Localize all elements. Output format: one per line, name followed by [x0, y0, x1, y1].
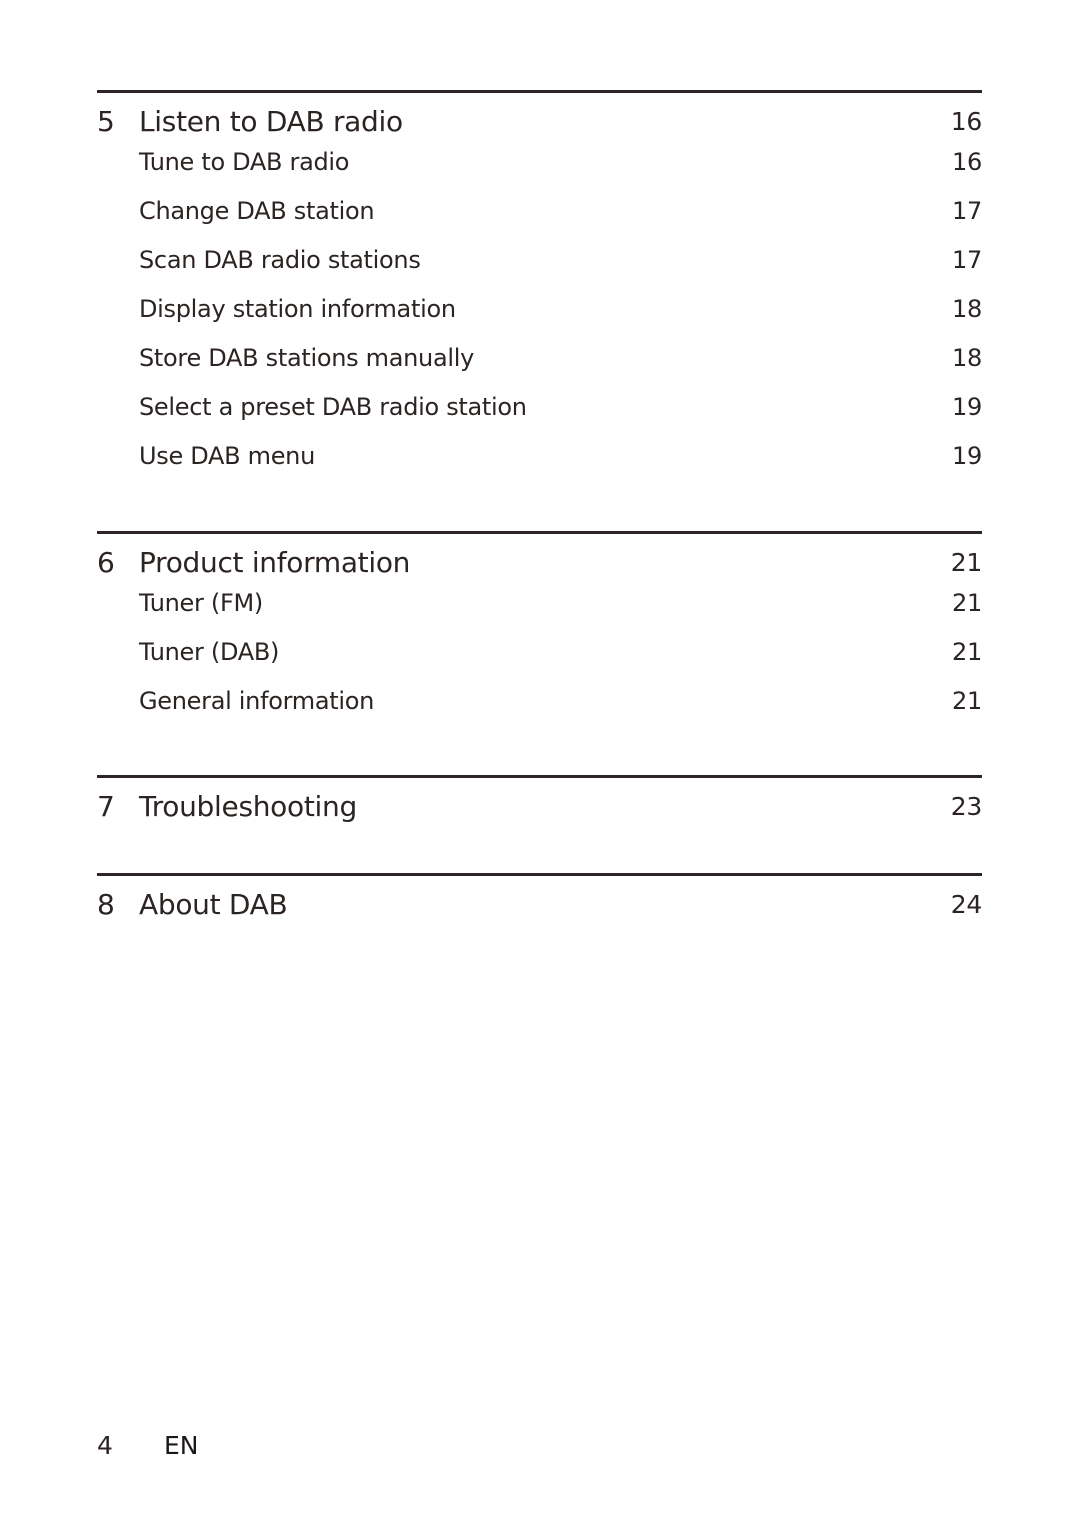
entry-page: 17 [952, 197, 982, 225]
toc-heading-row[interactable]: 8 About DAB 24 [97, 876, 982, 924]
chapter-title[interactable]: Product information [139, 546, 410, 580]
chapter-number: 5 [97, 105, 115, 138]
toc-entry[interactable]: General information 21 [97, 680, 982, 729]
toc-heading-row[interactable]: 7 Troubleshooting 23 [97, 778, 982, 826]
entry-title[interactable]: Scan DAB radio stations [139, 245, 421, 275]
entry-page: 18 [952, 344, 982, 372]
entry-title[interactable]: Tune to DAB radio [139, 147, 349, 177]
chapter-title[interactable]: Troubleshooting [139, 790, 357, 824]
toc-section-5: 5 Listen to DAB radio 16 Tune to DAB rad… [97, 90, 982, 484]
toc-entry[interactable]: Use DAB menu 19 [97, 435, 982, 484]
entry-title[interactable]: Select a preset DAB radio station [139, 392, 527, 422]
chapter-number: 7 [97, 790, 115, 823]
entry-page: 16 [952, 148, 982, 176]
toc-entry[interactable]: Display station information 18 [97, 288, 982, 337]
toc-section-6: 6 Product information 21 Tuner (FM) 21 T… [97, 531, 982, 729]
entry-page: 19 [952, 442, 982, 470]
footer-language: EN [164, 1431, 199, 1460]
entry-title[interactable]: Tuner (DAB) [139, 637, 279, 667]
footer-page-number: 4 [97, 1431, 113, 1460]
toc-entry[interactable]: Change DAB station 17 [97, 190, 982, 239]
entry-title[interactable]: Tuner (FM) [139, 588, 263, 618]
chapter-number: 8 [97, 888, 115, 921]
chapter-page: 23 [950, 792, 983, 821]
entry-page: 18 [952, 295, 982, 323]
chapter-page: 16 [950, 107, 983, 136]
chapter-page: 21 [950, 548, 983, 577]
entry-page: 21 [952, 687, 982, 715]
entry-title[interactable]: Change DAB station [139, 196, 375, 226]
toc-section-7: 7 Troubleshooting 23 [97, 775, 982, 826]
chapter-title[interactable]: Listen to DAB radio [139, 105, 403, 139]
toc-entry[interactable]: Tuner (DAB) 21 [97, 631, 982, 680]
toc-entry[interactable]: Scan DAB radio stations 17 [97, 239, 982, 288]
toc-entry[interactable]: Store DAB stations manually 18 [97, 337, 982, 386]
chapter-number: 6 [97, 546, 115, 579]
entry-title[interactable]: General information [139, 686, 374, 716]
toc-heading-row[interactable]: 6 Product information 21 [97, 534, 982, 582]
toc-section-8: 8 About DAB 24 [97, 873, 982, 924]
entry-page: 21 [952, 638, 982, 666]
entry-title[interactable]: Use DAB menu [139, 441, 315, 471]
entry-title[interactable]: Display station information [139, 294, 456, 324]
toc-entry[interactable]: Tuner (FM) 21 [97, 582, 982, 631]
toc-heading-row[interactable]: 5 Listen to DAB radio 16 [97, 93, 982, 141]
entry-page: 19 [952, 393, 982, 421]
entry-title[interactable]: Store DAB stations manually [139, 343, 474, 373]
entry-page: 17 [952, 246, 982, 274]
toc-entry[interactable]: Tune to DAB radio 16 [97, 141, 982, 190]
entry-page: 21 [952, 589, 982, 617]
toc-entry[interactable]: Select a preset DAB radio station 19 [97, 386, 982, 435]
chapter-page: 24 [950, 890, 983, 919]
chapter-title[interactable]: About DAB [139, 888, 288, 922]
